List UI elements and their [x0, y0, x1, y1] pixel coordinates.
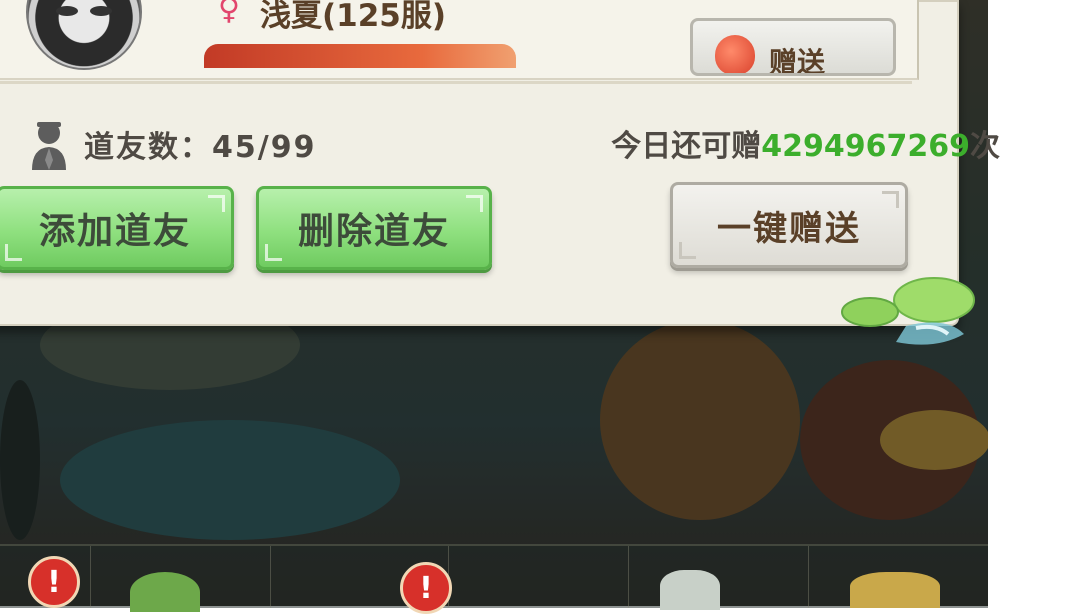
frog-toolbar-icon[interactable]: [130, 572, 200, 612]
alert-icon[interactable]: !: [400, 562, 452, 614]
gift-button[interactable]: 赠送: [690, 18, 896, 76]
gift-remaining-suffix: 次: [970, 129, 1000, 164]
add-friend-label: 添加道友: [38, 211, 191, 252]
add-friend-button[interactable]: 添加道友: [0, 186, 234, 270]
gift-all-button[interactable]: 一键赠送: [670, 182, 908, 268]
divider: [0, 81, 912, 84]
combat-power-badge: [204, 44, 516, 68]
gift-button-label: 赠送: [769, 46, 826, 76]
female-gender-icon: ♀: [218, 0, 240, 27]
alert-icon[interactable]: !: [28, 556, 80, 608]
person-silhouette-icon: [32, 122, 66, 170]
lotus-leaf-icon: [841, 277, 975, 345]
crown-toolbar-icon[interactable]: [850, 572, 940, 608]
delete-friend-button[interactable]: 删除道友: [256, 186, 492, 270]
delete-friend-label: 删除道友: [297, 211, 450, 252]
player-avatar[interactable]: [26, 0, 142, 70]
friend-count-value: 45/99: [212, 130, 317, 165]
gift-all-label: 一键赠送: [717, 208, 861, 249]
alert-mark: !: [47, 564, 61, 600]
friend-list-row: ♀ 浅夏(125服) 赠送: [0, 0, 919, 80]
gift-remaining-count: 4294967269: [761, 129, 970, 164]
friend-count-label: 道友数：: [84, 130, 212, 165]
gift-remaining-prefix: 今日还可赠: [611, 129, 762, 164]
peach-icon: [715, 35, 755, 73]
alert-mark: !: [419, 570, 433, 606]
player-name: 浅夏(125服): [260, 0, 447, 34]
vase-toolbar-icon[interactable]: [660, 570, 720, 610]
friend-count: 道友数：45/99: [84, 122, 316, 166]
gift-remaining-text: 今日还可赠4294967269次: [611, 121, 1000, 165]
